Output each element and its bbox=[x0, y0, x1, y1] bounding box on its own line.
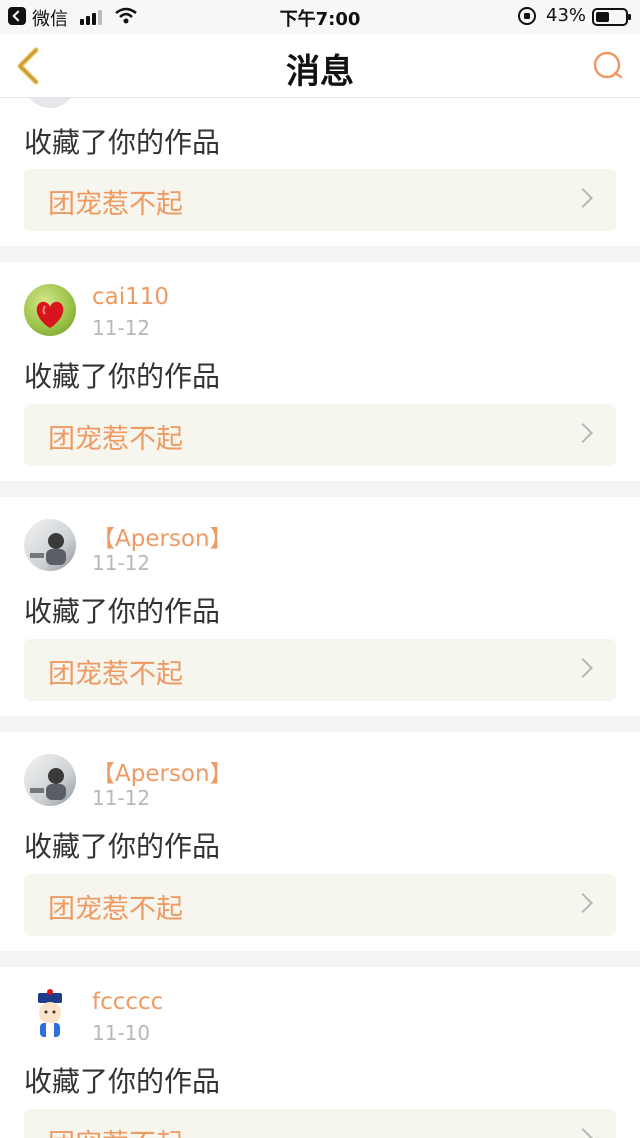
message-card: 【Aperson】 11-12 收藏了你的作品 团宠惹不起 bbox=[0, 732, 640, 951]
message-date: 11-12 bbox=[92, 786, 151, 810]
battery-percent: 43% bbox=[546, 5, 587, 26]
work-link[interactable]: 团宠惹不起 bbox=[24, 169, 616, 231]
work-title: 团宠惹不起 bbox=[48, 659, 183, 690]
chevron-right-icon bbox=[573, 893, 593, 913]
message-date: 11-10 bbox=[92, 1021, 151, 1045]
message-action: 收藏了你的作品 bbox=[24, 126, 221, 159]
divider bbox=[0, 481, 640, 497]
work-title: 团宠惹不起 bbox=[48, 1122, 183, 1138]
work-title: 团宠惹不起 bbox=[48, 894, 183, 925]
divider bbox=[0, 716, 640, 732]
status-bar: 微信 下午7:00 43% bbox=[0, 0, 640, 34]
chevron-right-icon bbox=[573, 423, 593, 443]
work-title: 团宠惹不起 bbox=[48, 424, 183, 455]
search-icon[interactable] bbox=[592, 50, 624, 82]
chevron-right-icon bbox=[573, 658, 593, 678]
avatar[interactable] bbox=[24, 284, 76, 336]
avatar[interactable] bbox=[24, 98, 76, 108]
username[interactable]: cai110 bbox=[92, 284, 169, 310]
divider bbox=[0, 246, 640, 262]
message-action: 收藏了你的作品 bbox=[24, 360, 221, 393]
battery-icon bbox=[592, 8, 631, 26]
chevron-right-icon bbox=[573, 188, 593, 208]
avatar[interactable] bbox=[24, 754, 76, 806]
username[interactable]: 【Aperson】 bbox=[92, 519, 233, 553]
rotation-lock-icon bbox=[518, 7, 536, 25]
username[interactable]: fccccc bbox=[92, 989, 163, 1015]
nav-bar: 消息 bbox=[0, 34, 640, 98]
username[interactable]: 【Aperson】 bbox=[92, 754, 233, 788]
message-card: cai110 11-12 收藏了你的作品 团宠惹不起 bbox=[0, 262, 640, 481]
message-action: 收藏了你的作品 bbox=[24, 830, 221, 863]
page-title: 消息 bbox=[286, 52, 354, 92]
work-title: 团宠惹不起 bbox=[48, 189, 183, 220]
status-time: 下午7:00 bbox=[279, 9, 361, 30]
message-feed[interactable]: 11-14 收藏了你的作品 团宠惹不起 cai110 11-12 收藏了你的作品… bbox=[0, 98, 640, 1138]
message-date: 11-12 bbox=[92, 551, 151, 575]
message-card: 11-14 收藏了你的作品 团宠惹不起 bbox=[0, 98, 640, 246]
message-action: 收藏了你的作品 bbox=[24, 595, 221, 628]
chevron-right-icon bbox=[573, 1128, 593, 1138]
message-date: 11-12 bbox=[92, 316, 151, 340]
work-link[interactable]: 团宠惹不起 bbox=[24, 874, 616, 936]
avatar[interactable] bbox=[24, 989, 76, 1041]
message-card: fccccc 11-10 收藏了你的作品 团宠惹不起 bbox=[0, 967, 640, 1138]
message-card: 【Aperson】 11-12 收藏了你的作品 团宠惹不起 bbox=[0, 497, 640, 716]
message-action: 收藏了你的作品 bbox=[24, 1065, 221, 1098]
divider bbox=[0, 951, 640, 967]
avatar[interactable] bbox=[24, 519, 76, 571]
work-link[interactable]: 团宠惹不起 bbox=[24, 639, 616, 701]
work-link[interactable]: 团宠惹不起 bbox=[24, 1109, 616, 1138]
work-link[interactable]: 团宠惹不起 bbox=[24, 404, 616, 466]
